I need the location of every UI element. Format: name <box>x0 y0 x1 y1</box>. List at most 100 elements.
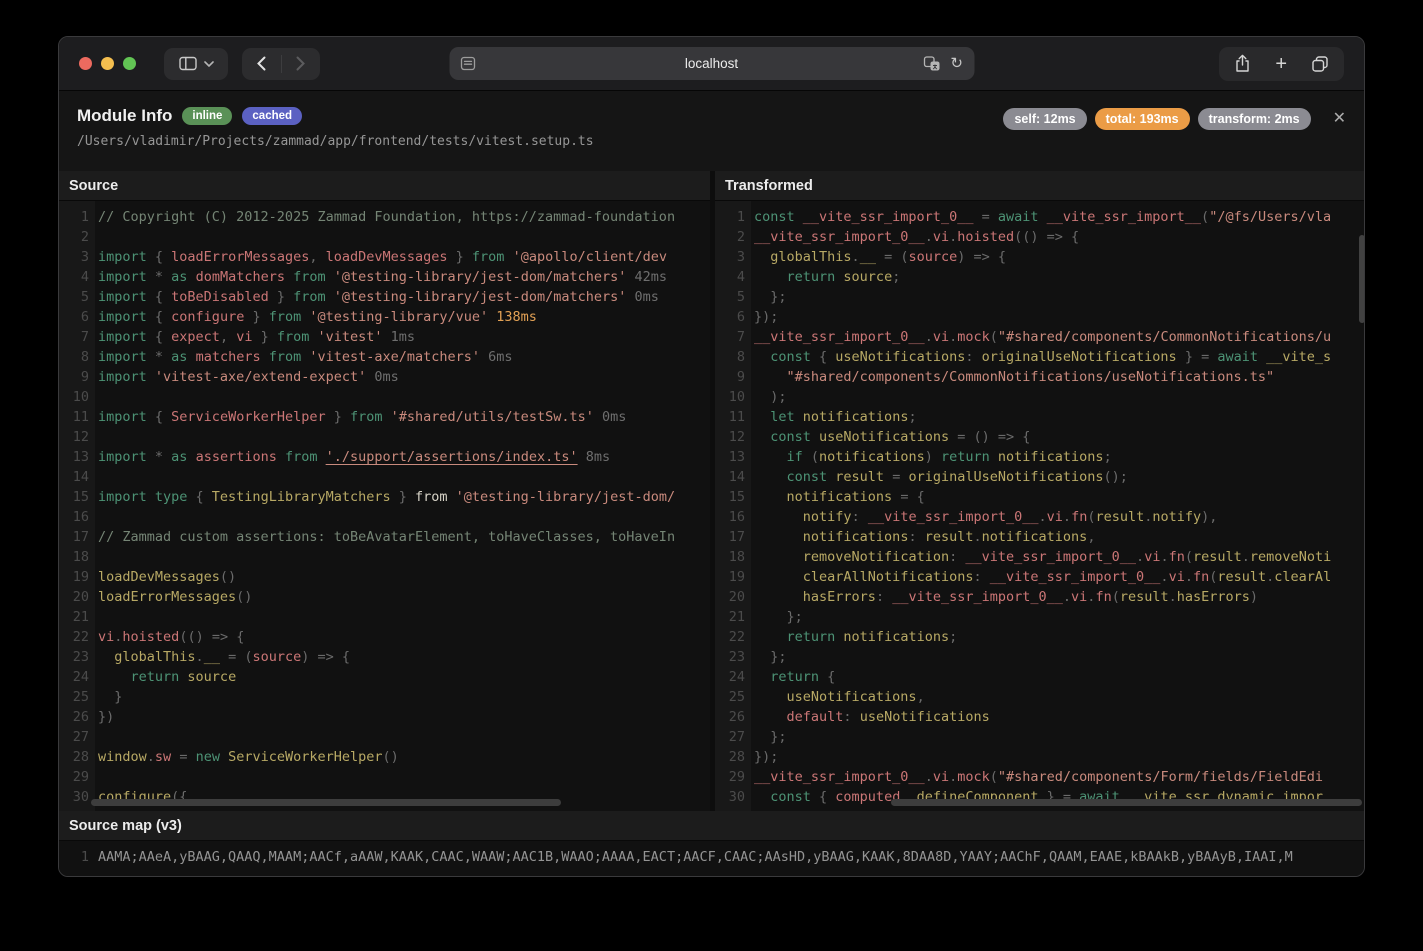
line-content: removeNotification: __vite_ssr_import_0_… <box>802 549 1332 565</box>
address-text[interactable]: localhost <box>449 56 974 71</box>
code-line: 12 <box>63 427 710 447</box>
code-line: 11 import { ServiceWorkerHelper } from '#… <box>63 407 710 427</box>
line-content: import { configure } from '@testing-libr… <box>98 309 537 325</box>
line-content: }; <box>754 729 787 745</box>
code-line: 10 ); <box>719 387 1364 407</box>
line-number: 10 <box>728 389 745 405</box>
code-line: 14 const result = originalUseNotificatio… <box>719 467 1364 487</box>
code-line: 23 }; <box>719 647 1364 667</box>
code-line: 6}); <box>719 307 1364 327</box>
traffic-light-minimize[interactable] <box>101 57 114 70</box>
line-number: 30 <box>728 789 745 805</box>
transform-time-badge: transform: 2ms <box>1197 108 1311 130</box>
close-icon: ✕ <box>1332 110 1346 127</box>
code-line: 9 "#shared/components/CommonNotification… <box>719 367 1364 387</box>
line-number: 7 <box>80 329 89 345</box>
translate-icon[interactable] <box>923 56 940 71</box>
address-right-icons: ↻ <box>923 56 963 71</box>
transformed-horizontal-scrollbar[interactable] <box>891 799 1362 806</box>
tabs-overview-button[interactable] <box>1311 55 1329 73</box>
line-number: 12 <box>72 429 89 445</box>
line-number: 22 <box>72 629 89 645</box>
new-tab-icon: + <box>1275 52 1287 75</box>
line-number: 18 <box>72 549 89 565</box>
line-content: notify: __vite_ssr_import_0__.vi.fn(resu… <box>802 509 1218 525</box>
line-content: const result = originalUseNotifications(… <box>786 469 1128 485</box>
line-content: import 'vitest-axe/extend-expect' 0ms <box>98 369 399 385</box>
new-tab-button[interactable]: + <box>1275 54 1287 74</box>
code-line: 22 vi.hoisted(() => { <box>63 627 710 647</box>
line-content: ); <box>754 389 787 405</box>
code-line: 4 import * as domMatchers from '@testing-… <box>63 267 710 287</box>
line-number: 17 <box>728 529 745 545</box>
code-line: 27 <box>63 727 710 747</box>
line-content: }; <box>754 289 787 305</box>
line-content: import { expect, vi } from 'vitest' 1ms <box>98 329 416 345</box>
code-line: 2 __vite_ssr_import_0__.vi.hoisted(() => … <box>719 227 1364 247</box>
line-number: 23 <box>728 649 745 665</box>
code-line: 28 window.sw = new ServiceWorkerHelper() <box>63 747 710 767</box>
line-content: __vite_ssr_import_0__.vi.mock("#shared/c… <box>754 769 1323 785</box>
code-line: 26 default: useNotifications <box>719 707 1364 727</box>
reload-icon: ↻ <box>950 55 963 72</box>
line-number: 16 <box>72 509 89 525</box>
line-number: 21 <box>728 609 745 625</box>
line-number: 20 <box>728 589 745 605</box>
line-number: 14 <box>72 469 89 485</box>
code-line: 17 notifications: result.notifications, <box>719 527 1364 547</box>
line-content: // Copyright (C) 2012-2025 Zammad Founda… <box>98 209 676 225</box>
line-number: 17 <box>72 529 89 545</box>
source-code[interactable]: 1 // Copyright (C) 2012-2025 Zammad Found… <box>59 201 710 811</box>
nav-group <box>164 47 320 80</box>
code-line: 18 removeNotification: __vite_ssr_import… <box>719 547 1364 567</box>
line-content: "#shared/components/CommonNotifications/… <box>786 369 1275 385</box>
sourcemap-mappings: AAMA;AAeA,yBAAG,QAAQ,MAAM;AACf,aAAW,KAAK… <box>98 849 1293 865</box>
line-number: 29 <box>72 769 89 785</box>
line-content: } <box>98 689 123 705</box>
line-number: 15 <box>72 489 89 505</box>
traffic-light-close[interactable] <box>79 57 92 70</box>
line-number: 24 <box>728 669 745 685</box>
code-line: 21 <box>63 607 710 627</box>
transformed-vertical-scrollbar[interactable] <box>1359 235 1364 323</box>
sidebar-toggle-button[interactable] <box>164 47 228 80</box>
line-number: 4 <box>736 269 745 285</box>
forward-button[interactable] <box>282 56 320 71</box>
line-content: useNotifications, <box>786 689 925 705</box>
line-content: const useNotifications = () => { <box>770 429 1031 445</box>
transformed-code[interactable]: 1 const __vite_ssr_import_0__ = await __v… <box>715 201 1364 811</box>
line-number: 28 <box>72 749 89 765</box>
line-number: 4 <box>80 269 89 285</box>
line-number: 9 <box>80 369 89 385</box>
history-buttons <box>242 47 320 80</box>
code-line: 20 hasErrors: __vite_ssr_import_0__.vi.f… <box>719 587 1364 607</box>
close-button[interactable]: ✕ <box>1331 109 1348 129</box>
traffic-light-maximize[interactable] <box>123 57 136 70</box>
source-horizontal-scrollbar[interactable] <box>91 799 561 806</box>
address-bar[interactable]: localhost ↻ <box>449 47 974 80</box>
line-content: return notifications; <box>786 629 958 645</box>
line-number: 15 <box>728 489 745 505</box>
code-line: 10 <box>63 387 710 407</box>
line-content: import * as matchers from 'vitest-axe/ma… <box>98 349 513 365</box>
line-number: 25 <box>72 689 89 705</box>
line-number: 16 <box>728 509 745 525</box>
code-line: 16 <box>63 507 710 527</box>
line-number: 20 <box>72 589 89 605</box>
line-number: 23 <box>72 649 89 665</box>
code-line: 15 import type { TestingLibraryMatchers }… <box>63 487 710 507</box>
line-content: vi.hoisted(() => { <box>98 629 245 645</box>
code-line: 1 const __vite_ssr_import_0__ = await __v… <box>719 207 1364 227</box>
code-line: 13 import * as assertions from './support… <box>63 447 710 467</box>
share-button[interactable] <box>1234 54 1251 73</box>
line-number: 10 <box>72 389 89 405</box>
code-line: 12 const useNotifications = () => { <box>719 427 1364 447</box>
code-line: 7 import { expect, vi } from 'vitest' 1ms <box>63 327 710 347</box>
code-line: 15 notifications = { <box>719 487 1364 507</box>
page-icon[interactable] <box>460 56 475 71</box>
back-button[interactable] <box>243 56 281 71</box>
reload-button[interactable]: ↻ <box>950 56 963 71</box>
code-line: 20 loadErrorMessages() <box>63 587 710 607</box>
line-content: loadErrorMessages() <box>98 589 253 605</box>
line-content: }; <box>754 609 803 625</box>
